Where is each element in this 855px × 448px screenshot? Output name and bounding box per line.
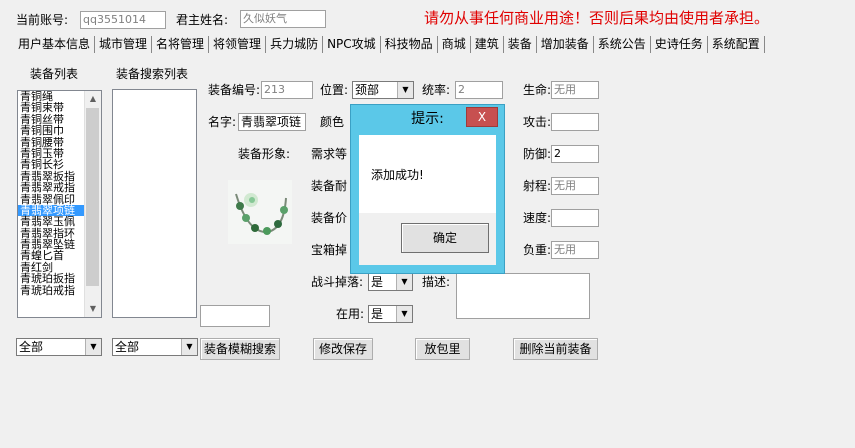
dialog-message: 添加成功! bbox=[371, 168, 424, 182]
position-select-value: 颈部 bbox=[355, 83, 380, 97]
equipment-list-title: 装备列表 bbox=[30, 67, 79, 81]
necklace-icon bbox=[228, 180, 292, 244]
delete-equipment-button[interactable]: 删除当前装备 bbox=[513, 338, 598, 360]
tab-item[interactable]: NPC攻城 bbox=[323, 36, 381, 53]
filter-select-1[interactable]: 全部 ▼ bbox=[16, 338, 102, 356]
tab-bar: 用户基本信息 城市管理 名将管理 将领管理 兵力城防 NPC攻城 科技物品 商城 建筑 装备 增加装… bbox=[14, 36, 765, 53]
hp-field[interactable]: 无用 bbox=[551, 81, 599, 99]
tab-item[interactable]: 增加装备 bbox=[537, 36, 594, 53]
speed-field[interactable] bbox=[551, 209, 599, 227]
tab-item[interactable]: 系统公告 bbox=[594, 36, 651, 53]
filter-select-2-value: 全部 bbox=[115, 340, 140, 354]
position-label: 位置: bbox=[320, 83, 349, 97]
equipment-list[interactable]: 青铜绳 青铜束带 青铜丝带 青铜围巾 青铜腰带 青铜玉带 青铜长衫 青翡翠扳指 青翡翠戒指 青翡翠… bbox=[17, 90, 102, 318]
defense-label: 防御: bbox=[523, 147, 552, 161]
dialog-message-area: 添加成功! bbox=[359, 135, 496, 213]
tab-item[interactable]: 科技物品 bbox=[381, 36, 438, 53]
tab-item[interactable]: 用户基本信息 bbox=[14, 36, 96, 53]
tab-item[interactable]: 装备 bbox=[503, 36, 537, 53]
description-field[interactable] bbox=[456, 273, 590, 319]
search-result-list[interactable] bbox=[112, 89, 197, 318]
lord-name-field[interactable]: 久似妖气 bbox=[240, 10, 326, 28]
battle-drop-label: 战斗掉落: bbox=[311, 275, 364, 289]
tab-item[interactable]: 城市管理 bbox=[95, 36, 153, 53]
tab-item[interactable]: 将领管理 bbox=[209, 36, 267, 53]
tab-item[interactable]: 商城 bbox=[438, 36, 471, 53]
tab-item[interactable]: 系统配置 bbox=[708, 36, 765, 53]
alert-dialog: 提示: X 添加成功! 确定 bbox=[350, 104, 505, 274]
in-use-label: 在用: bbox=[336, 307, 365, 321]
description-label: 描述: bbox=[422, 275, 451, 289]
chest-drop-label: 宝箱掉 bbox=[311, 243, 348, 257]
chevron-down-icon[interactable]: ▼ bbox=[85, 339, 101, 355]
speed-label: 速度: bbox=[523, 211, 552, 225]
image-label: 装备形象: bbox=[238, 147, 291, 161]
scroll-up-icon[interactable]: ▲ bbox=[85, 91, 101, 107]
tab-item[interactable]: 建筑 bbox=[471, 36, 504, 53]
command-label: 统率: bbox=[422, 83, 451, 97]
scroll-thumb[interactable] bbox=[86, 108, 99, 286]
tab-item[interactable]: 兵力城防 bbox=[266, 36, 324, 53]
chevron-down-icon[interactable]: ▼ bbox=[396, 274, 412, 290]
account-label: 当前账号: bbox=[16, 13, 69, 27]
equip-id-field[interactable]: 213 bbox=[261, 81, 313, 99]
put-in-bag-button[interactable]: 放包里 bbox=[415, 338, 470, 360]
chevron-down-icon[interactable]: ▼ bbox=[397, 82, 413, 98]
filter-select-1-value: 全部 bbox=[19, 340, 44, 354]
in-use-select[interactable]: 是 ▼ bbox=[368, 305, 413, 323]
battle-drop-select[interactable]: 是 ▼ bbox=[368, 273, 413, 291]
level-label: 需求等 bbox=[311, 147, 348, 161]
price-label: 装备价 bbox=[311, 211, 348, 225]
bottom-input-field[interactable] bbox=[200, 305, 270, 327]
load-label: 负重: bbox=[523, 243, 552, 257]
name-label: 名字: bbox=[208, 115, 237, 129]
hp-label: 生命: bbox=[523, 83, 552, 97]
command-field[interactable]: 2 bbox=[455, 81, 503, 99]
lord-name-label: 君主姓名: bbox=[176, 13, 229, 27]
equip-id-label: 装备编号: bbox=[208, 83, 261, 97]
scroll-down-icon[interactable]: ▼ bbox=[85, 301, 101, 317]
durability-label: 装备耐 bbox=[311, 179, 348, 193]
warning-text: 请勿从事任何商业用途！否则后果均由使用者承担。 bbox=[424, 9, 770, 27]
tab-item[interactable]: 名将管理 bbox=[152, 36, 210, 53]
account-field[interactable]: qq3551014 bbox=[80, 11, 166, 29]
ok-button[interactable]: 确定 bbox=[401, 223, 489, 253]
defense-field[interactable]: 2 bbox=[551, 145, 599, 163]
chevron-down-icon[interactable]: ▼ bbox=[396, 306, 412, 322]
filter-select-2[interactable]: 全部 ▼ bbox=[112, 338, 198, 356]
fuzzy-search-button[interactable]: 装备模糊搜索 bbox=[200, 338, 280, 360]
name-field[interactable]: 青翡翠项链 bbox=[238, 113, 306, 131]
color-label: 颜色 bbox=[320, 115, 345, 129]
tab-item[interactable]: 史诗任务 bbox=[651, 36, 708, 53]
in-use-value: 是 bbox=[371, 307, 384, 321]
attack-label: 攻击: bbox=[523, 115, 552, 129]
dialog-body: 添加成功! 确定 bbox=[359, 135, 496, 265]
attack-field[interactable] bbox=[551, 113, 599, 131]
search-list-title: 装备搜索列表 bbox=[116, 67, 189, 81]
equipment-image bbox=[228, 180, 292, 244]
range-field[interactable]: 无用 bbox=[551, 177, 599, 195]
position-select[interactable]: 颈部 ▼ bbox=[352, 81, 414, 99]
range-label: 射程: bbox=[523, 179, 552, 193]
close-icon[interactable]: X bbox=[466, 107, 498, 127]
save-button[interactable]: 修改保存 bbox=[313, 338, 373, 360]
equipment-list-scrollbar[interactable]: ▲ ▼ bbox=[84, 91, 101, 317]
load-field[interactable]: 无用 bbox=[551, 241, 599, 259]
battle-drop-value: 是 bbox=[371, 275, 384, 289]
chevron-down-icon[interactable]: ▼ bbox=[181, 339, 197, 355]
